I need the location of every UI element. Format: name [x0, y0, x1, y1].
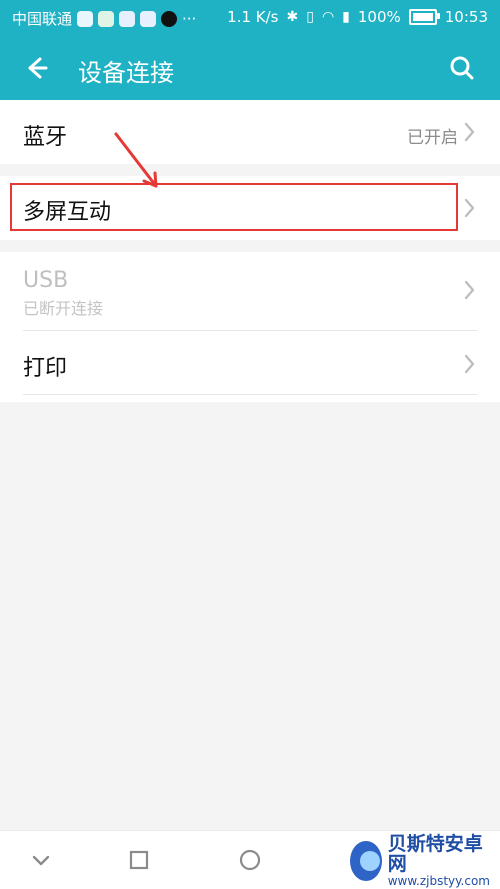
highlight-box [10, 183, 458, 231]
bluetooth-label: 蓝牙 [23, 125, 68, 150]
network-speed: 1.1 K/s [227, 8, 279, 26]
divider [23, 330, 477, 331]
chevron-right-icon [464, 280, 475, 300]
watermark-logo-icon [350, 841, 382, 881]
square-icon [129, 850, 149, 870]
print-label: 打印 [23, 356, 68, 381]
bluetooth-row[interactable]: 蓝牙 已开启 [0, 102, 500, 162]
app-bar: 设备连接 [0, 36, 500, 100]
back-button[interactable] [18, 50, 54, 86]
bluetooth-icon: ✱ [286, 9, 299, 25]
red-arrow-icon [114, 132, 158, 188]
search-button[interactable] [444, 50, 480, 86]
app-icon [98, 10, 115, 27]
shield-icon [77, 10, 94, 27]
signal-icon: ▮ [342, 9, 350, 25]
chevron-right-icon [464, 122, 475, 142]
system-navbar: 贝斯特安卓网 www.zjbstyy.com [0, 830, 500, 889]
chevron-right-icon [464, 354, 475, 374]
circle-icon [239, 849, 261, 871]
usb-print-card: USB 已断开连接 打印 [0, 252, 500, 402]
watermark-text: 贝斯特安卓网 www.zjbstyy.com [387, 832, 490, 888]
status-bar: 中国联通 ··· 1.1 K/s ✱ ▯ ◠ ▮ 100% 10:53 [0, 0, 500, 36]
status-left: 中国联通 ··· [12, 8, 196, 29]
divider [23, 394, 477, 395]
watermark-title: 贝斯特安卓网 [387, 832, 483, 875]
watermark-url: www.zjbstyy.com [387, 873, 490, 888]
wifi-icon: ◠ [321, 9, 335, 25]
page-title: 设备连接 [78, 59, 174, 87]
print-row[interactable]: 打印 [0, 334, 500, 394]
app-icon [119, 10, 136, 27]
hide-nav-button[interactable] [26, 845, 56, 875]
status-right: 1.1 K/s ✱ ▯ ◠ ▮ 100% 10:53 [227, 8, 488, 26]
app-icon [140, 10, 157, 27]
usb-status: 已断开连接 [23, 299, 104, 318]
chevron-right-icon [464, 198, 475, 218]
recents-button[interactable] [124, 845, 154, 875]
watermark: 贝斯特安卓网 www.zjbstyy.com [350, 834, 490, 887]
home-button[interactable] [235, 845, 265, 875]
search-icon [450, 56, 474, 80]
time: 10:53 [444, 8, 488, 26]
more-icon: ··· [182, 9, 197, 28]
bluetooth-status: 已开启 [407, 128, 458, 148]
tiktok-icon [161, 10, 178, 27]
chevron-down-icon [32, 855, 50, 866]
vibrate-icon: ▯ [306, 9, 314, 25]
battery-icon [408, 9, 440, 25]
usb-row[interactable]: USB 已断开连接 [0, 252, 500, 330]
bluetooth-card: 蓝牙 已开启 [0, 100, 500, 164]
usb-label: USB [23, 268, 69, 293]
battery-percent: 100% [357, 8, 401, 26]
carrier-label: 中国联通 [12, 10, 73, 28]
back-arrow-icon [28, 57, 48, 79]
